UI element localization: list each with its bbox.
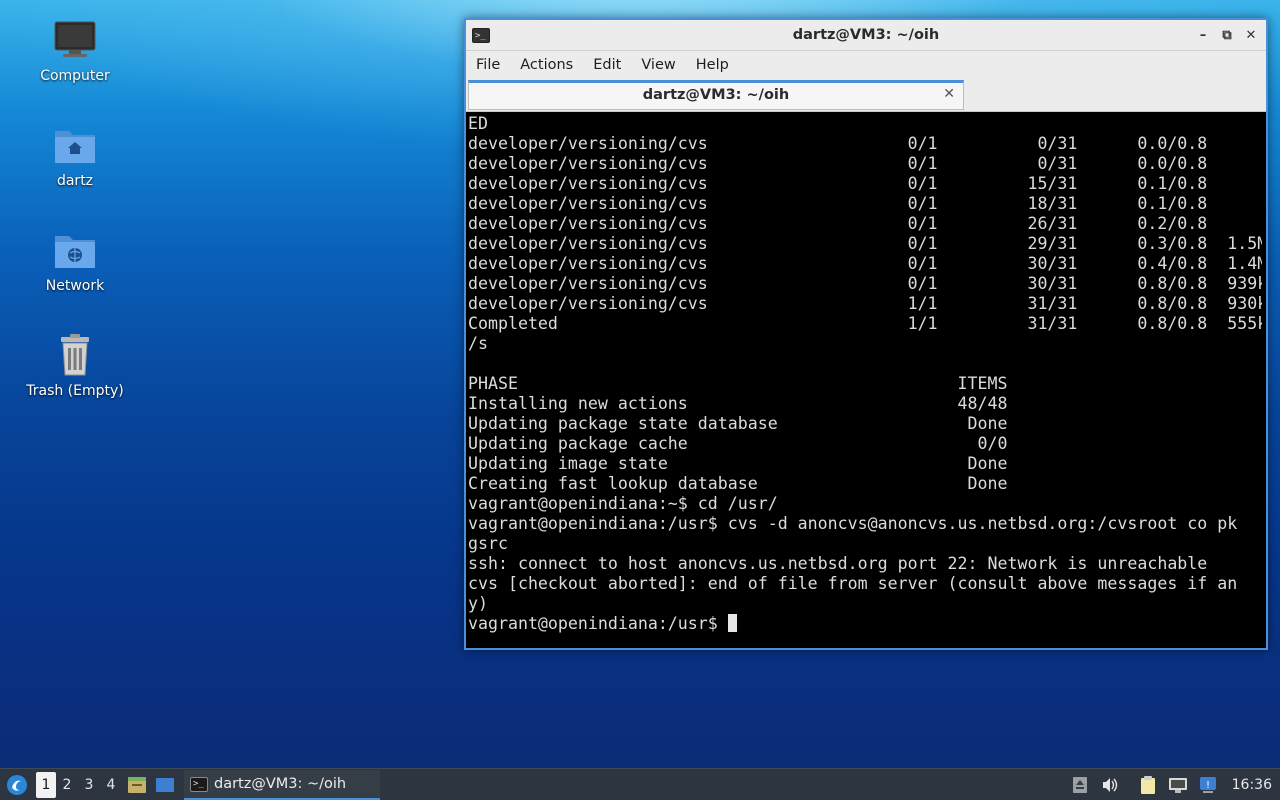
desktop-icon-label: Computer bbox=[40, 68, 110, 84]
terminal-cursor bbox=[727, 614, 737, 632]
trash-icon bbox=[51, 331, 99, 379]
terminal-line: developer/versioning/cvs 0/1 0/31 0.0/0.… bbox=[468, 154, 1208, 173]
network-icon bbox=[1168, 778, 1187, 793]
desktop-icon-trash[interactable]: Trash (Empty) bbox=[20, 331, 130, 399]
terminal-line: developer/versioning/cvs 0/1 26/31 0.2/0… bbox=[468, 214, 1208, 233]
desktop-icon-home[interactable]: dartz bbox=[20, 121, 130, 189]
terminal-line: Creating fast lookup database Done bbox=[468, 474, 1008, 493]
start-menu-button[interactable] bbox=[2, 770, 32, 800]
desktop-icon-network[interactable]: Network bbox=[20, 226, 130, 294]
minimize-icon[interactable]: – bbox=[1196, 28, 1210, 43]
terminal-line: PHASE ITEMS bbox=[468, 374, 1008, 393]
show-desktop-button[interactable] bbox=[152, 772, 178, 798]
terminal-line: vagrant@openindiana:~$ cd /usr/ bbox=[468, 494, 778, 513]
tray-volume-button[interactable] bbox=[1098, 773, 1122, 797]
terminal-line: developer/versioning/cvs 0/1 18/31 0.1/0… bbox=[468, 194, 1208, 213]
file-manager-icon bbox=[128, 777, 146, 793]
tab-label: dartz@VM3: ~/oih bbox=[642, 87, 790, 103]
desktop-icon-label: Trash (Empty) bbox=[26, 383, 124, 399]
tray-network-button[interactable] bbox=[1166, 773, 1190, 797]
terminal-line: Updating image state Done bbox=[468, 454, 1008, 473]
terminal-line: gsrc bbox=[468, 534, 508, 553]
terminal-line: developer/versioning/cvs 1/1 31/31 0.8/0… bbox=[468, 294, 1262, 313]
update-notifier-icon: ! bbox=[1199, 777, 1216, 793]
terminal-line: Completed 1/1 31/31 0.8/0.8 555k bbox=[468, 314, 1262, 333]
terminal-line: ED bbox=[468, 114, 488, 133]
terminal-line: Updating package cache 0/0 bbox=[468, 434, 1008, 453]
terminal-line: Updating package state database Done bbox=[468, 414, 1008, 433]
system-tray: ! 16:36 bbox=[1062, 769, 1280, 800]
eject-icon bbox=[1072, 777, 1087, 793]
task-label: dartz@VM3: ~/oih bbox=[214, 776, 347, 792]
terminal-app-icon[interactable]: >_ bbox=[472, 27, 490, 43]
terminal-line: /s bbox=[468, 334, 488, 353]
workspace-4[interactable]: 4 bbox=[100, 772, 122, 798]
notes-icon bbox=[1140, 776, 1155, 794]
workspace-1[interactable]: 1 bbox=[36, 772, 56, 798]
window-controls: – ⧉ ✕ bbox=[1196, 20, 1258, 50]
taskbar: 1 2 3 4 >_ dartz@VM3: ~/oih ! 16:36 bbox=[0, 768, 1280, 800]
tab-terminal[interactable]: dartz@VM3: ~/oih ✕ bbox=[468, 80, 964, 110]
menu-edit[interactable]: Edit bbox=[583, 57, 631, 73]
menu-file[interactable]: File bbox=[466, 57, 510, 73]
computer-icon bbox=[51, 16, 99, 64]
tray-updates-button[interactable]: ! bbox=[1196, 773, 1220, 797]
terminal-prompt: vagrant@openindiana:/usr$ bbox=[468, 614, 728, 633]
terminal-line: Installing new actions 48/48 bbox=[468, 394, 1008, 413]
svg-text:!: ! bbox=[1206, 780, 1210, 791]
terminal-line: developer/versioning/cvs 0/1 29/31 0.3/0… bbox=[468, 234, 1262, 253]
tab-close-icon[interactable]: ✕ bbox=[943, 86, 955, 102]
terminal-line: developer/versioning/cvs 0/1 30/31 0.4/0… bbox=[468, 254, 1262, 273]
menu-actions[interactable]: Actions bbox=[510, 57, 583, 73]
terminal-line: developer/versioning/cvs 0/1 0/31 0.0/0.… bbox=[468, 134, 1208, 153]
terminal-text: ED developer/versioning/cvs 0/1 0/31 0.0… bbox=[468, 114, 1262, 634]
menu-bar: File Actions Edit View Help bbox=[466, 51, 1266, 79]
volume-icon bbox=[1102, 778, 1117, 792]
menu-help[interactable]: Help bbox=[686, 57, 739, 73]
openindiana-logo-icon bbox=[7, 775, 27, 795]
file-manager-launcher[interactable] bbox=[124, 772, 150, 798]
terminal-line: developer/versioning/cvs 0/1 30/31 0.8/0… bbox=[468, 274, 1262, 293]
terminal-line: developer/versioning/cvs 0/1 15/31 0.1/0… bbox=[468, 174, 1208, 193]
terminal-window[interactable]: >_ dartz@VM3: ~/oih – ⧉ ✕ File Actions E… bbox=[464, 18, 1268, 650]
terminal-task-icon: >_ bbox=[190, 776, 208, 792]
maximize-icon[interactable]: ⧉ bbox=[1220, 28, 1234, 43]
taskbar-task-terminal[interactable]: >_ dartz@VM3: ~/oih bbox=[184, 770, 380, 800]
clock[interactable]: 16:36 bbox=[1232, 777, 1272, 793]
workspace-3[interactable]: 3 bbox=[78, 772, 100, 798]
terminal-line: cvs [checkout aborted]: end of file from… bbox=[468, 574, 1238, 593]
terminal-line: ssh: connect to host anoncvs.us.netbsd.o… bbox=[468, 554, 1208, 573]
desktop-icon-label: Network bbox=[45, 278, 105, 294]
tab-bar: dartz@VM3: ~/oih ✕ bbox=[466, 79, 1266, 112]
desktop-icon bbox=[156, 778, 174, 792]
tray-eject-button[interactable] bbox=[1068, 773, 1092, 797]
workspace-2[interactable]: 2 bbox=[56, 772, 78, 798]
close-icon[interactable]: ✕ bbox=[1244, 28, 1258, 43]
terminal-line: vagrant@openindiana:/usr$ cvs -d anoncvs… bbox=[468, 514, 1238, 533]
menu-view[interactable]: View bbox=[631, 57, 685, 73]
home-folder-icon bbox=[51, 121, 99, 169]
window-title: dartz@VM3: ~/oih bbox=[792, 27, 940, 43]
terminal-line: y) bbox=[468, 594, 488, 613]
desktop-icon-computer[interactable]: Computer bbox=[20, 16, 130, 84]
terminal-output[interactable]: ED developer/versioning/cvs 0/1 0/31 0.0… bbox=[468, 114, 1262, 644]
desktop-icon-label: dartz bbox=[56, 173, 94, 189]
network-folder-icon bbox=[51, 226, 99, 274]
window-titlebar[interactable]: >_ dartz@VM3: ~/oih – ⧉ ✕ bbox=[466, 20, 1266, 51]
tray-notes-button[interactable] bbox=[1136, 773, 1160, 797]
